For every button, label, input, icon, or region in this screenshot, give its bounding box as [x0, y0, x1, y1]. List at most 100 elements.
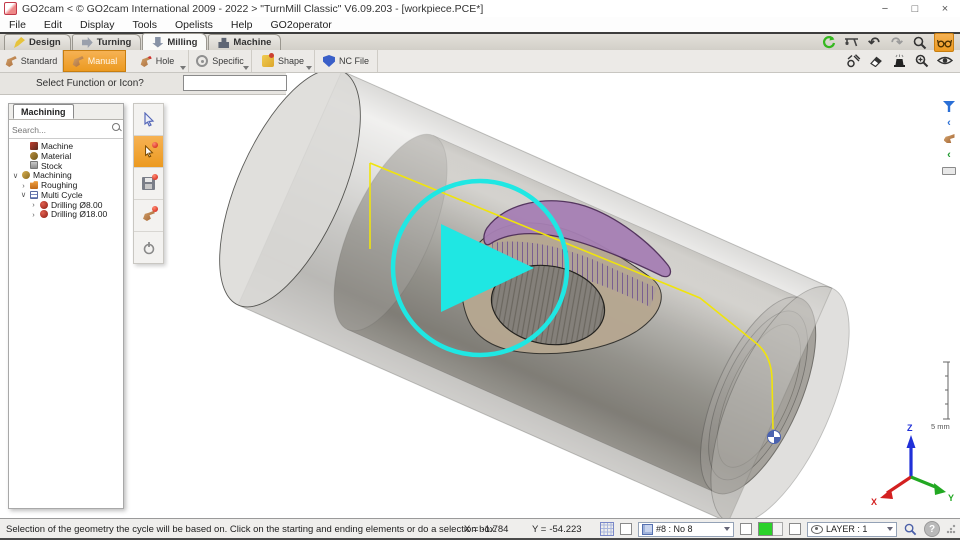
- menu-help[interactable]: Help: [222, 19, 262, 31]
- flat-view-button[interactable]: [941, 164, 957, 177]
- machining-tools-icon[interactable]: [844, 52, 862, 69]
- pick-hand-button[interactable]: [941, 132, 957, 145]
- tree-label: Stock: [41, 161, 62, 171]
- search-input[interactable]: [9, 123, 123, 137]
- workplane-checkbox[interactable]: [740, 523, 752, 535]
- machine-icon: [218, 37, 229, 48]
- visibility-eye-icon[interactable]: [936, 52, 954, 69]
- pick-cursor-icon: [143, 145, 155, 158]
- tree-item-drilling-18[interactable]: › Drilling Ø18.00: [9, 210, 123, 220]
- design-icon: [14, 37, 25, 48]
- workplane-value: #8 : No 8: [656, 524, 693, 534]
- hole-button[interactable]: Hole: [126, 50, 189, 72]
- chevron-down-icon[interactable]: [306, 66, 312, 70]
- menu-tools[interactable]: Tools: [123, 19, 166, 31]
- grid-checkbox[interactable]: [620, 523, 632, 535]
- expander[interactable]: ∨: [20, 190, 27, 199]
- zoom-plus-icon[interactable]: [913, 52, 931, 69]
- prompt-bar: Select Function or Icon?: [0, 72, 286, 95]
- tree-item-drilling-8[interactable]: › Drilling Ø8.00: [9, 200, 123, 210]
- tree-item-multi-cycle[interactable]: ∨ Multi Cycle: [9, 190, 123, 200]
- drilling-node-icon: [40, 201, 48, 209]
- exit-function-button[interactable]: [134, 232, 163, 263]
- ribbon-label: Manual: [88, 56, 118, 66]
- tab-machine[interactable]: Machine: [208, 34, 281, 50]
- filter-button[interactable]: [941, 100, 957, 113]
- drilling-node-icon: [40, 210, 48, 218]
- menu-edit[interactable]: Edit: [35, 19, 71, 31]
- nc-file-button[interactable]: NC File: [315, 50, 378, 72]
- collapse-blue-button[interactable]: ‹: [941, 116, 957, 129]
- reading-glasses-icon[interactable]: [934, 33, 954, 52]
- chevron-down-icon[interactable]: [180, 66, 186, 70]
- select-cursor-button[interactable]: [134, 104, 163, 136]
- function-input[interactable]: [183, 75, 287, 91]
- chevron-down-icon[interactable]: [243, 66, 249, 70]
- tab-design[interactable]: Design: [4, 34, 71, 50]
- collapse-green-button[interactable]: ‹: [941, 148, 957, 161]
- close-button[interactable]: ×: [930, 0, 960, 17]
- workplane-select[interactable]: #8 : No 8: [638, 522, 734, 537]
- tree-label: Roughing: [41, 180, 77, 190]
- tab-strip: Design Turning Milling Machine: [0, 34, 960, 50]
- origin-point-marker[interactable]: [768, 431, 781, 444]
- resize-grip[interactable]: [946, 524, 956, 534]
- menu-go2operator[interactable]: GO2operator: [262, 19, 341, 31]
- standard-icon: [5, 55, 17, 67]
- zoom-icon[interactable]: [911, 34, 929, 51]
- expander[interactable]: ›: [20, 181, 27, 190]
- menu-display[interactable]: Display: [71, 19, 123, 31]
- caliper-icon[interactable]: [842, 34, 860, 51]
- tab-turning[interactable]: Turning: [72, 34, 142, 50]
- maximize-button[interactable]: □: [900, 0, 930, 17]
- x-label: X =: [464, 524, 479, 535]
- current-color-swatch: [758, 522, 773, 536]
- grid-toggle-icon[interactable]: [600, 522, 614, 536]
- recall-selection-button[interactable]: [134, 200, 163, 232]
- redo-icon[interactable]: ↷: [888, 34, 906, 51]
- refresh-icon[interactable]: [819, 34, 837, 51]
- shape-button[interactable]: Shape: [252, 50, 315, 72]
- search-icon[interactable]: [112, 123, 120, 131]
- minimize-button[interactable]: −: [870, 0, 900, 17]
- menu-file[interactable]: File: [0, 19, 35, 31]
- workplane-cube-icon: [642, 524, 653, 535]
- y-value: -54.223: [549, 524, 581, 535]
- tab-milling[interactable]: Milling: [142, 33, 207, 50]
- standard-button[interactable]: Standard: [0, 50, 63, 72]
- tree-label: Machining: [33, 170, 72, 180]
- expander[interactable]: ∨: [12, 171, 19, 180]
- axis-z-label: Z: [907, 423, 913, 433]
- tree-item-material[interactable]: Material: [9, 151, 123, 161]
- pick-element-button[interactable]: [134, 136, 163, 168]
- tree-item-stock[interactable]: Stock: [9, 161, 123, 171]
- tree-item-machine[interactable]: Machine: [9, 141, 123, 151]
- prompt-label: Select Function or Icon?: [36, 78, 144, 89]
- manual-button[interactable]: Manual: [63, 50, 126, 72]
- layer-select[interactable]: LAYER : 1: [807, 522, 897, 537]
- shape-icon: [262, 55, 274, 67]
- simulation-magic-icon[interactable]: [890, 52, 908, 69]
- tree-item-roughing[interactable]: › Roughing: [9, 180, 123, 190]
- save-selection-button[interactable]: [134, 168, 163, 200]
- window-title: GO2cam < © GO2cam International 2009 - 2…: [22, 3, 483, 15]
- color-picker[interactable]: [758, 522, 783, 536]
- layer-checkbox[interactable]: [789, 523, 801, 535]
- undo-icon[interactable]: ↶: [865, 34, 883, 51]
- zoom-layer-button[interactable]: [903, 521, 918, 538]
- ribbon-label: Standard: [21, 56, 58, 66]
- tree-item-machining[interactable]: ∨ Machining: [9, 170, 123, 180]
- expander[interactable]: ›: [30, 200, 37, 209]
- expander[interactable]: ›: [30, 210, 37, 219]
- specific-button[interactable]: Specific: [189, 50, 252, 72]
- help-button[interactable]: ?: [924, 521, 940, 537]
- color-dropdown[interactable]: [773, 522, 783, 536]
- tree-label: Multi Cycle: [41, 190, 83, 200]
- tab-machining-panel[interactable]: Machining: [13, 104, 74, 119]
- tree-label: Drilling Ø8.00: [51, 200, 103, 210]
- eraser-icon[interactable]: [867, 52, 885, 69]
- quick-toolbar-row2: [844, 52, 954, 69]
- menu-opelists[interactable]: Opelists: [166, 19, 222, 31]
- vertical-toolbar: [133, 103, 164, 264]
- ribbon-label: Specific: [212, 56, 244, 66]
